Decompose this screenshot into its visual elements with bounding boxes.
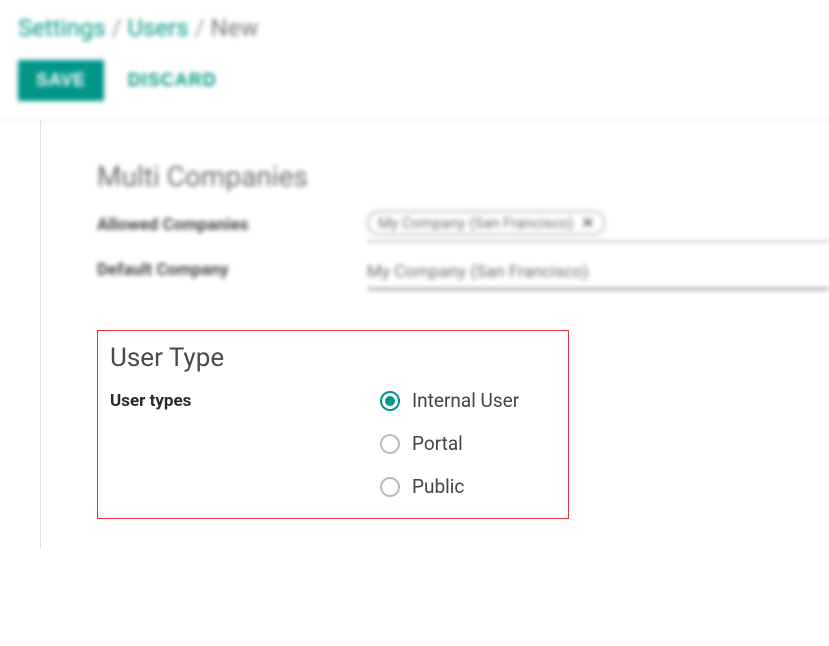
multi-companies-title: Multi Companies xyxy=(97,160,829,193)
user-type-row: User types Internal User Portal Public xyxy=(110,389,552,498)
breadcrumb-separator: / xyxy=(195,14,211,42)
close-icon[interactable]: ✕ xyxy=(581,214,594,232)
default-company-control[interactable]: My Company (San Francisco) xyxy=(367,256,829,290)
radio-icon xyxy=(380,391,400,411)
save-button[interactable]: SAVE xyxy=(18,60,104,101)
allowed-companies-row: Allowed Companies My Company (San Franci… xyxy=(97,211,829,242)
radio-label-internal: Internal User xyxy=(412,389,519,412)
breadcrumb: Settings / Users / New xyxy=(18,14,811,42)
radio-option-portal[interactable]: Portal xyxy=(380,432,519,455)
header-area: Settings / Users / New SAVE DISCARD xyxy=(0,0,829,120)
radio-icon xyxy=(380,477,400,497)
radio-label-public: Public xyxy=(412,475,464,498)
breadcrumb-current: New xyxy=(210,14,258,42)
allowed-companies-control[interactable]: My Company (San Francisco) ✕ xyxy=(367,211,829,242)
radio-dot-icon xyxy=(385,396,395,406)
radio-option-public[interactable]: Public xyxy=(380,475,519,498)
company-tag[interactable]: My Company (San Francisco) ✕ xyxy=(367,211,605,235)
radio-label-portal: Portal xyxy=(412,432,463,455)
multi-companies-section: Multi Companies Allowed Companies My Com… xyxy=(97,160,829,290)
user-types-label: User types xyxy=(110,389,380,498)
default-company-select[interactable]: My Company (San Francisco) xyxy=(367,256,829,290)
toolbar: SAVE DISCARD xyxy=(18,60,811,101)
user-type-section: User Type User types Internal User Porta… xyxy=(97,330,569,519)
discard-button[interactable]: DISCARD xyxy=(128,70,217,91)
radio-icon xyxy=(380,434,400,454)
radio-option-internal[interactable]: Internal User xyxy=(380,389,519,412)
form-card: Multi Companies Allowed Companies My Com… xyxy=(40,120,829,549)
breadcrumb-users[interactable]: Users xyxy=(127,14,188,42)
breadcrumb-settings[interactable]: Settings xyxy=(18,14,106,42)
allowed-companies-tag-input[interactable]: My Company (San Francisco) ✕ xyxy=(367,211,829,242)
user-type-title: User Type xyxy=(110,343,552,373)
allowed-companies-label: Allowed Companies xyxy=(97,211,367,235)
company-tag-label: My Company (San Francisco) xyxy=(378,214,573,232)
user-type-radio-group: Internal User Portal Public xyxy=(380,389,519,498)
default-company-row: Default Company My Company (San Francisc… xyxy=(97,256,829,290)
default-company-label: Default Company xyxy=(97,256,367,280)
breadcrumb-separator: / xyxy=(112,14,128,42)
